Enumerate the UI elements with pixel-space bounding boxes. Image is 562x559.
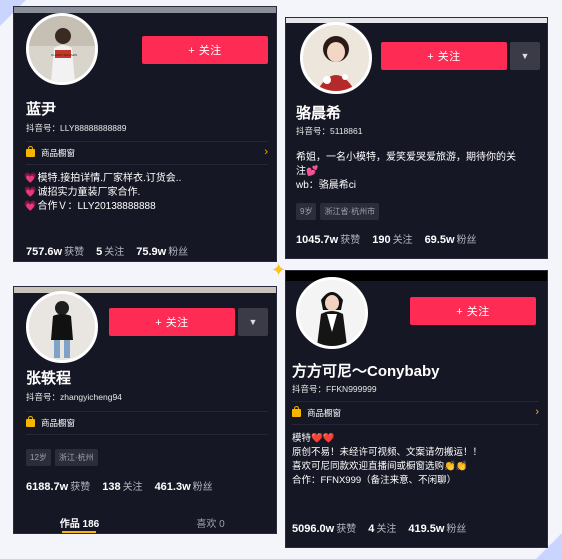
bio: 模特❤️❤️ 原创不易！未经许可视频、文案请勿搬运！！ 喜欢可尼同款欢迎直播间或… bbox=[292, 432, 482, 488]
fans-label[interactable]: 粉丝 bbox=[168, 243, 188, 258]
profile-name: 方方可尼～Conybaby bbox=[292, 363, 440, 380]
follow-button[interactable]: + 关注 bbox=[142, 36, 268, 64]
shop-label: 商品橱窗 bbox=[41, 148, 76, 158]
chevron-right-icon: › bbox=[535, 406, 539, 418]
bio-line: 合作：FFNX999（备注来意、不闲聊） bbox=[292, 475, 457, 486]
follow-button[interactable]: + 关注 bbox=[109, 308, 235, 336]
bio-line: 💗合作Ｖ：LLY20138888888 bbox=[24, 201, 156, 212]
heart-icon: 💗 bbox=[24, 173, 37, 184]
shop-window-row[interactable]: 商品橱窗 bbox=[26, 411, 268, 435]
douyin-id: 抖音号：zhangyicheng94 bbox=[26, 392, 122, 402]
bio-line: 原创不易！未经许可视频、文案请勿搬运！！ bbox=[292, 447, 483, 458]
douyin-id: 抖音号：5118861 bbox=[296, 126, 363, 136]
following-count[interactable]: 138 bbox=[102, 481, 120, 493]
bio-line: 💗诚招实力童装厂家合作. bbox=[24, 187, 141, 198]
bio-line: 💗模特.接拍详情.厂家样衣.订货会.. bbox=[24, 173, 182, 184]
bio-line: 喜欢可尼同款欢迎直播间或橱窗选购👏👏 bbox=[292, 461, 468, 472]
tab-likes[interactable]: 喜欢 0 bbox=[145, 511, 276, 533]
sparkle-icon: ✦ bbox=[271, 260, 287, 280]
stats-row: 5096.0w 获赞 4 关注 419.5w 粉丝 bbox=[292, 520, 478, 535]
likes-label: 获赞 bbox=[70, 482, 91, 493]
tab-works[interactable]: 作品 186 bbox=[14, 511, 145, 533]
follow-button[interactable]: + 关注 bbox=[381, 42, 507, 70]
fans-count[interactable]: 75.9w bbox=[136, 246, 166, 258]
avatar-shirt-text: CLASSY MAGAZINE bbox=[51, 53, 77, 57]
following-label[interactable]: 关注 bbox=[104, 243, 124, 258]
fans-count[interactable]: 419.5w bbox=[408, 523, 444, 535]
shop-icon bbox=[292, 406, 301, 417]
following-count[interactable]: 5 bbox=[96, 246, 102, 258]
profile-name: 蓝尹 bbox=[26, 101, 57, 118]
following-count[interactable]: 190 bbox=[372, 234, 390, 246]
following-label[interactable]: 关注 bbox=[393, 231, 413, 246]
tags-row: 12岁 浙江·杭州 bbox=[26, 449, 98, 466]
profile-card-1: CLASSY MAGAZINE + 关注 蓝尹 抖音号：LLY888888888… bbox=[13, 6, 277, 262]
profile-name: 张轶程 bbox=[26, 370, 72, 387]
likes-label: 获赞 bbox=[340, 235, 361, 246]
bio-line: 模特❤️❤️ bbox=[292, 433, 335, 444]
fans-label[interactable]: 粉丝 bbox=[193, 478, 213, 493]
age-tag: 12岁 bbox=[26, 449, 51, 466]
avatar[interactable] bbox=[296, 277, 368, 349]
following-label[interactable]: 关注 bbox=[123, 478, 143, 493]
likes-count: 5096.0w bbox=[292, 523, 335, 535]
card-header-strip bbox=[14, 7, 276, 13]
fans-count[interactable]: 69.5w bbox=[425, 234, 455, 246]
fans-count[interactable]: 461.3w bbox=[155, 481, 191, 493]
shop-icon bbox=[26, 146, 35, 157]
likes-label: 获赞 bbox=[64, 247, 85, 258]
shop-icon bbox=[26, 416, 35, 427]
following-label[interactable]: 关注 bbox=[376, 520, 396, 535]
avatar[interactable] bbox=[26, 291, 98, 363]
profile-card-4: + 关注 方方可尼～Conybaby 抖音号：FFKN999999 商品橱窗 ›… bbox=[285, 270, 548, 548]
fans-label[interactable]: 粉丝 bbox=[457, 231, 477, 246]
shop-window-row[interactable]: 商品橱窗 › bbox=[292, 401, 539, 425]
bio: 💗模特.接拍详情.厂家样衣.订货会.. 💗诚招实力童装厂家合作. 💗合作Ｖ：LL… bbox=[24, 172, 181, 214]
heart-icon: 💗 bbox=[24, 201, 37, 212]
douyin-id: 抖音号：FFKN999999 bbox=[292, 384, 377, 394]
chevron-right-icon: › bbox=[264, 146, 268, 158]
likes-count: 1045.7w bbox=[296, 234, 339, 246]
profile-tabs: 作品 186 喜欢 0 bbox=[14, 511, 276, 533]
bio-line: 希姐，一名小模特，爱笑爱哭爱旅游，期待你的关 bbox=[296, 152, 516, 163]
location-tag: 浙江省·杭州市 bbox=[320, 203, 380, 220]
avatar[interactable]: CLASSY MAGAZINE bbox=[26, 13, 98, 85]
likes-count: 6188.7w bbox=[26, 481, 69, 493]
age-tag: 9岁 bbox=[296, 203, 317, 220]
profile-name: 骆晨希 bbox=[296, 105, 342, 122]
more-dropdown-button[interactable]: ▼ bbox=[510, 42, 540, 70]
card-header-strip bbox=[286, 18, 547, 23]
stats-row: 6188.7w 获赞 138 关注 461.3w 粉丝 bbox=[26, 478, 225, 493]
active-tab-underline bbox=[62, 531, 96, 533]
stats-row: 757.6w 获赞 5 关注 75.9w 粉丝 bbox=[26, 243, 200, 258]
shop-label: 商品橱窗 bbox=[41, 418, 76, 428]
bio-line: wb：骆晨希ci bbox=[296, 180, 357, 191]
shop-window-row[interactable]: 商品橱窗 › bbox=[26, 141, 268, 165]
profile-card-3: + 关注 ▼ 张轶程 抖音号：zhangyicheng94 商品橱窗 12岁 浙… bbox=[13, 286, 277, 534]
profile-card-2: + 关注 ▼ 骆晨希 抖音号：5118861 希姐，一名小模特，爱笑爱哭爱旅游，… bbox=[285, 17, 548, 259]
tags-row: 9岁 浙江省·杭州市 bbox=[296, 203, 380, 220]
likes-label: 获赞 bbox=[336, 524, 357, 535]
following-count[interactable]: 4 bbox=[368, 523, 374, 535]
likes-count: 757.6w bbox=[26, 246, 63, 258]
bio-line: 注💕 bbox=[296, 166, 319, 177]
fans-label[interactable]: 粉丝 bbox=[446, 520, 466, 535]
douyin-id: 抖音号：LLY88888888889 bbox=[26, 123, 127, 133]
more-dropdown-button[interactable]: ▼ bbox=[238, 308, 268, 336]
bio: 希姐，一名小模特，爱笑爱哭爱旅游，期待你的关 注💕 wb：骆晨希ci bbox=[296, 151, 516, 193]
avatar[interactable] bbox=[300, 22, 372, 94]
location-tag: 浙江·杭州 bbox=[54, 449, 98, 466]
shop-label: 商品橱窗 bbox=[307, 408, 342, 418]
follow-button[interactable]: + 关注 bbox=[410, 297, 536, 325]
heart-icon: 💗 bbox=[24, 187, 37, 198]
stats-row: 1045.7w 获赞 190 关注 69.5w 粉丝 bbox=[296, 231, 489, 246]
